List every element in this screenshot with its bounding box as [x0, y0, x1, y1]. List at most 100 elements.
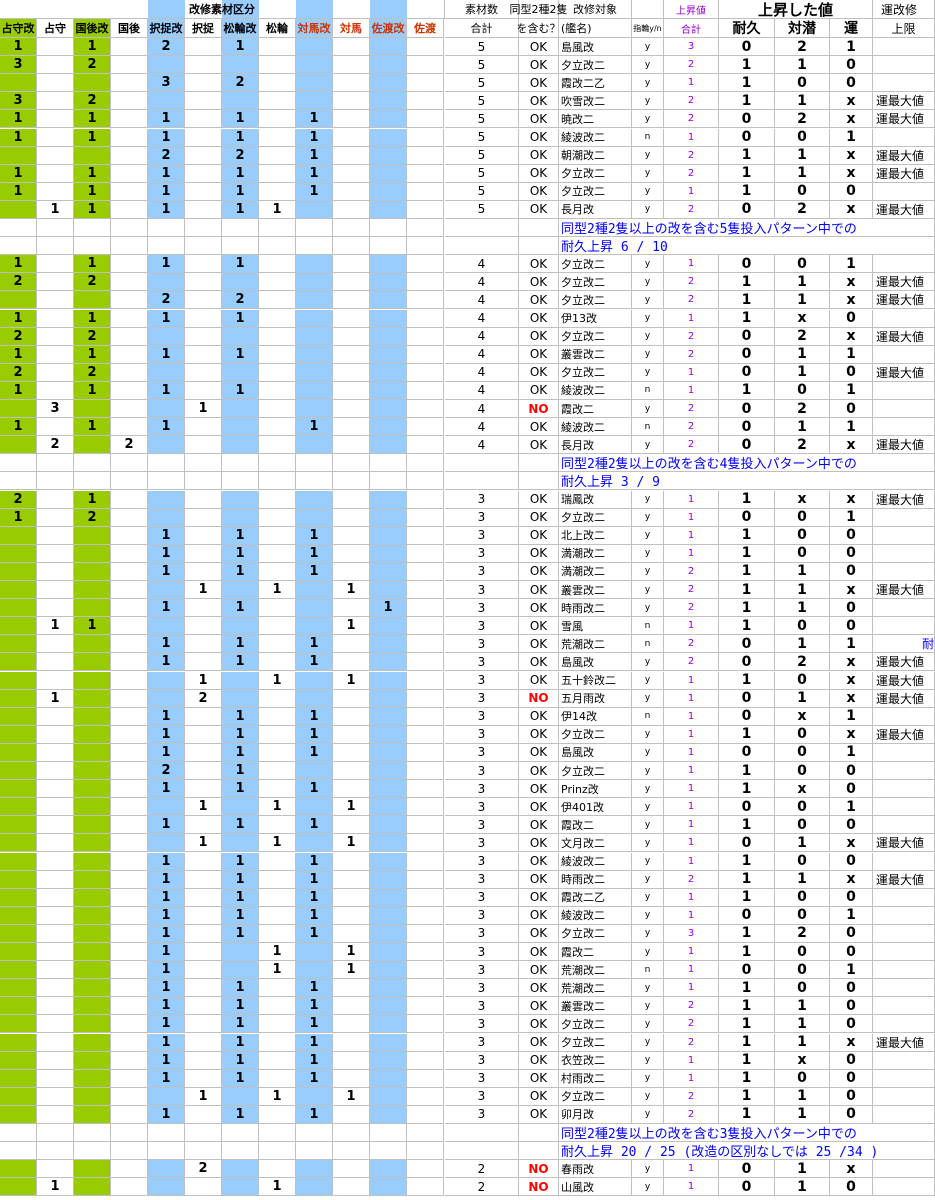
material-qty — [259, 345, 296, 364]
note-row-cell — [519, 219, 559, 238]
stat-value: 1 — [719, 92, 775, 111]
material-qty — [259, 526, 296, 545]
stat-value: 1 — [719, 291, 775, 310]
material-qty — [296, 762, 333, 781]
material-qty — [185, 617, 222, 636]
ship-name: 伊14改 — [559, 707, 632, 726]
material-qty: 1 — [259, 798, 296, 817]
material-count: 4 — [445, 309, 519, 328]
material-qty — [37, 544, 74, 563]
material-qty — [407, 870, 444, 889]
material-count: 3 — [445, 943, 519, 962]
material-count: 3 — [445, 689, 519, 708]
flagship-flag: y — [632, 653, 664, 672]
material-qty — [222, 1087, 259, 1106]
material-qty — [111, 870, 148, 889]
material-qty — [333, 164, 370, 183]
same-type-flag: OK — [519, 110, 559, 129]
ship-name: 綾波改二 — [559, 128, 632, 147]
material-qty — [74, 1015, 111, 1034]
stat-value: 1 — [775, 418, 830, 437]
material-qty — [37, 327, 74, 346]
up-value: 1 — [664, 182, 719, 201]
same-type-flag: OK — [519, 581, 559, 600]
same-type-flag: OK — [519, 1069, 559, 1088]
stat-value: 0 — [775, 526, 830, 545]
material-qty — [0, 979, 37, 998]
material-qty — [296, 436, 333, 455]
flagship-flag: y — [632, 870, 664, 889]
material-qty — [296, 38, 333, 57]
material-qty — [407, 888, 444, 907]
flagship-flag: y — [632, 508, 664, 527]
stat-value: x — [830, 291, 873, 310]
luck-mod-note: 運最大値 — [873, 581, 935, 600]
material-count: 3 — [445, 852, 519, 871]
stat-header: 対潜 — [775, 19, 830, 38]
note-row-cell — [185, 237, 222, 256]
material-qty — [111, 599, 148, 618]
note-row-cell — [296, 1142, 333, 1161]
material-qty — [74, 924, 111, 943]
up-value: 2 — [664, 997, 719, 1016]
material-qty — [185, 1015, 222, 1034]
material-count: 3 — [445, 834, 519, 853]
material-qty — [0, 1069, 37, 1088]
material-qty: 1 — [148, 182, 185, 201]
stat-value: 1 — [775, 599, 830, 618]
material-qty — [111, 146, 148, 165]
note-row-cell — [74, 472, 111, 491]
material-qty — [74, 997, 111, 1016]
stat-value: 0 — [775, 743, 830, 762]
material-qty — [37, 291, 74, 310]
material-count: 5 — [445, 92, 519, 111]
ship-name: 雪風 — [559, 617, 632, 636]
material-qty — [185, 1051, 222, 1070]
material-qty — [259, 997, 296, 1016]
material-count: 3 — [445, 635, 519, 654]
material-qty: 1 — [222, 870, 259, 889]
material-qty — [111, 780, 148, 799]
material-qty: 1 — [222, 997, 259, 1016]
material-count: 3 — [445, 707, 519, 726]
material-qty — [111, 309, 148, 328]
stat-value: 0 — [830, 762, 873, 781]
up-value: 2 — [664, 110, 719, 129]
same-type-flag: OK — [519, 725, 559, 744]
material-qty — [74, 816, 111, 835]
material-qty: 1 — [222, 345, 259, 364]
stat-value: 1 — [775, 997, 830, 1016]
material-qty — [111, 381, 148, 400]
ship-name: 満潮改二 — [559, 562, 632, 581]
material-qty: 1 — [296, 1105, 333, 1124]
luck-mod-note — [873, 562, 935, 581]
material-qty: 1 — [259, 961, 296, 980]
material-qty — [333, 1033, 370, 1052]
material-qty — [259, 906, 296, 925]
material-qty — [259, 689, 296, 708]
material-qty — [185, 74, 222, 93]
material-qty: 2 — [74, 56, 111, 75]
material-qty — [407, 653, 444, 672]
luck-mod-note: 運最大値 — [873, 834, 935, 853]
note-row-cell — [148, 1142, 185, 1161]
material-qty — [37, 707, 74, 726]
material-qty — [185, 164, 222, 183]
stat-value: 1 — [719, 56, 775, 75]
luck-mod-note — [873, 1105, 935, 1124]
up-value: 1 — [664, 834, 719, 853]
material-qty: 1 — [222, 780, 259, 799]
stat-value: 0 — [830, 924, 873, 943]
flagship-flag: y — [632, 906, 664, 925]
flagship-header: 指輪y/n — [632, 19, 664, 38]
material-qty — [74, 762, 111, 781]
luck-mod-note — [873, 943, 935, 962]
stat-value: 0 — [719, 436, 775, 455]
ship-name: 長月改 — [559, 200, 632, 219]
ship-name: 荒潮改二 — [559, 635, 632, 654]
material-qty: 2 — [222, 74, 259, 93]
material-qty: 1 — [74, 381, 111, 400]
stat-value: 1 — [719, 1051, 775, 1070]
material-qty — [111, 562, 148, 581]
material-count: 3 — [445, 798, 519, 817]
